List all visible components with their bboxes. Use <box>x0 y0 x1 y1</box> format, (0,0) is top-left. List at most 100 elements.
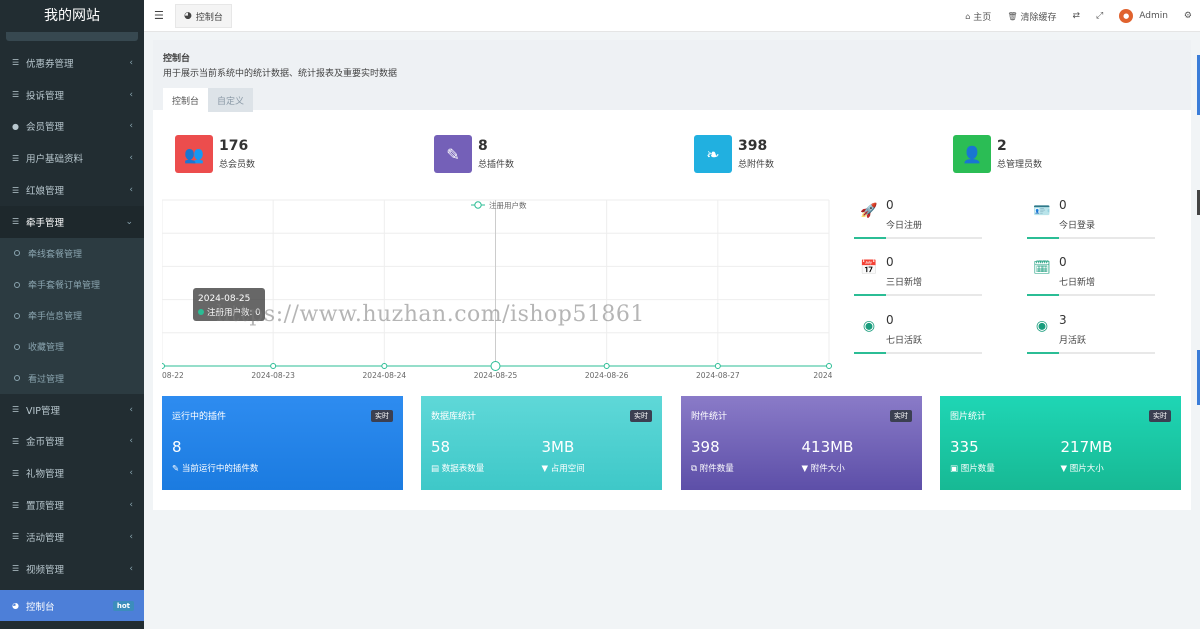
menu-toggle-icon[interactable]: ☰ <box>154 9 164 22</box>
list-icon: ☰ <box>12 532 20 542</box>
chart-legend[interactable]: 注册用户数 <box>471 200 527 210</box>
mini-stat-value: 3 <box>1059 313 1067 327</box>
site-logo[interactable]: 我的网站 <box>0 0 144 32</box>
user-icon: 👤 <box>953 135 991 173</box>
sidebar-subitem[interactable]: 牵手套餐订单管理 <box>0 269 144 300</box>
sidebar-item-label: 视频管理 <box>26 564 65 576</box>
sidebar-item-label: 礼物管理 <box>26 469 65 481</box>
data-point[interactable] <box>714 363 721 369</box>
data-point[interactable] <box>490 361 501 371</box>
stat-total-plugins: ✎ 8 总插件数 <box>434 135 514 173</box>
mini-stat-today-register: 🚀 0 今日注册 <box>854 198 982 239</box>
chevron-left-icon: ‹ <box>129 531 133 542</box>
hot-badge: hot <box>112 600 134 611</box>
chevron-down-icon: ⌄ <box>125 216 133 227</box>
trash-icon: 🗑 <box>1007 11 1018 21</box>
mini-stat-value: 0 <box>1059 255 1067 269</box>
rocket-icon: 🚀 <box>860 203 878 219</box>
sidebar-item-dashboard[interactable]: ◕ 控制台 hot <box>0 590 144 621</box>
id-card-icon: 🪪 <box>1033 203 1051 219</box>
mini-stat-label: 七日新增 <box>1059 278 1096 288</box>
dashboard-icon: ◕ <box>184 11 192 21</box>
sidebar-item-activities[interactable]: ☰ 活动管理 ‹ <box>0 521 144 553</box>
calendar-plus-icon: 🗓 <box>1033 260 1051 276</box>
tab-custom[interactable]: 自定义 <box>208 88 254 112</box>
watermark: https://www.huzhan.com/ishop51861 <box>216 302 645 327</box>
home-link[interactable]: ⌂ 主页 <box>957 10 999 23</box>
card-title: 运行中的插件 <box>172 412 227 422</box>
sidebar-subitem[interactable]: 牵线套餐管理 <box>0 238 144 269</box>
sidebar-subitem-label: 收藏管理 <box>28 343 65 354</box>
data-point[interactable] <box>162 363 165 369</box>
stat-value: 398 <box>738 138 768 154</box>
card-value-label: 数据表数量 <box>441 464 485 474</box>
sidebar-search[interactable] <box>6 32 138 41</box>
data-point[interactable] <box>270 363 277 369</box>
data-point[interactable] <box>826 363 832 369</box>
chevron-left-icon: ‹ <box>129 89 133 100</box>
data-point[interactable] <box>381 363 388 369</box>
chevron-left-icon: ‹ <box>129 563 133 574</box>
sidebar-subitem[interactable]: 看过管理 <box>0 363 144 394</box>
stat-label: 总附件数 <box>738 160 775 170</box>
user-menu[interactable]: ● Admin <box>1111 9 1176 23</box>
x-tick-label: 2024-08 <box>813 371 832 380</box>
sidebar-subitem[interactable]: 牵手信息管理 <box>0 300 144 331</box>
mini-stat-label: 月活跃 <box>1059 336 1087 346</box>
sidebar-item-matchmakers[interactable]: ☰ 红娘管理 ‹ <box>0 174 144 206</box>
sidebar-item-vip[interactable]: ☰ VIP管理 ‹ <box>0 394 144 426</box>
mini-stat-value: 0 <box>886 313 894 327</box>
sidebar-item-pinning[interactable]: ☰ 置顶管理 ‹ <box>0 489 144 521</box>
data-point[interactable] <box>603 363 610 369</box>
translate-button[interactable]: ⇄ <box>1064 11 1088 21</box>
tab-dashboard[interactable]: ◕ 控制台 <box>175 4 232 28</box>
sidebar-item-label: 优惠券管理 <box>26 58 74 70</box>
sidebar-item-label: 活动管理 <box>26 532 65 544</box>
card-value-label: 当前运行中的插件数 <box>181 464 259 474</box>
users-icon: 👥 <box>175 135 213 173</box>
card-value: 3MB <box>541 438 575 456</box>
sidebar-item-complaints[interactable]: ☰ 投诉管理 ‹ <box>0 79 144 111</box>
tab-dashboard-content[interactable]: 控制台 <box>163 88 209 112</box>
clear-cache-label: 清除缓存 <box>1020 12 1057 23</box>
x-tick-label: 2024-08-27 <box>696 371 740 380</box>
content-header: 控制台 用于展示当前系统中的统计数据、统计报表及重要实时数据 控制台 自定义 <box>153 40 1191 112</box>
mini-stat-3day-new: 📅 0 三日新增 <box>854 255 982 296</box>
chevron-left-icon: ‹ <box>129 404 133 415</box>
sidebar-item-handholding[interactable]: ☰ 牵手管理 ⌄ <box>0 205 144 238</box>
list-icon: ☰ <box>12 90 20 100</box>
sidebar-item-videos[interactable]: ☰ 视频管理 ‹ <box>0 553 144 585</box>
sidebar-item-label: 投诉管理 <box>26 90 65 102</box>
card-value: 217MB <box>1060 438 1113 456</box>
page-subtitle: 用于展示当前系统中的统计数据、统计报表及重要实时数据 <box>163 69 398 79</box>
chart-grid <box>162 199 830 367</box>
list-icon: ☰ <box>12 185 20 195</box>
page-title: 控制台 <box>163 54 191 64</box>
registrations-chart: 注册用户数 08-22 2024-08-23 2024-08-24 2024-08-2… <box>162 199 832 380</box>
clear-cache-button[interactable]: 🗑 清除缓存 <box>999 10 1064 23</box>
chevron-left-icon: ‹ <box>129 436 133 447</box>
filter-icon: ▼ <box>1060 464 1070 474</box>
sidebar-item-gifts[interactable]: ☰ 礼物管理 ‹ <box>0 457 144 489</box>
sidebar-item-members[interactable]: ● 会员管理 ‹ <box>0 111 144 143</box>
fullscreen-button[interactable]: ⤢ <box>1088 11 1111 21</box>
list-icon: ☰ <box>12 153 20 163</box>
x-tick-label: 2024-08-24 <box>363 371 407 380</box>
sidebar-subitem[interactable]: 收藏管理 <box>0 331 144 362</box>
list-icon: ☰ <box>12 436 20 446</box>
chevron-left-icon: ‹ <box>129 468 133 479</box>
sidebar-item-user-profile[interactable]: ☰ 用户基础资料 ‹ <box>0 142 144 174</box>
sidebar-item-coupons[interactable]: ☰ 优惠券管理 ‹ <box>0 47 144 79</box>
list-icon: ☰ <box>12 500 20 510</box>
realtime-badge: 实时 <box>890 410 912 422</box>
settings-button[interactable]: ⚙ <box>1176 11 1200 21</box>
circle-icon <box>14 375 20 382</box>
card-value: 398 <box>691 438 720 456</box>
sidebar-item-coins[interactable]: ☰ 金币管理 ‹ <box>0 426 144 458</box>
user-name: Admin <box>1139 11 1168 21</box>
list-icon: ☰ <box>12 405 20 415</box>
x-tick-label: 08-22 <box>162 371 184 380</box>
mini-stat-value: 0 <box>1059 198 1067 212</box>
sidebar-submenu: 牵线套餐管理 牵手套餐订单管理 牵手信息管理 收藏管理 看过管理 <box>0 237 144 394</box>
image-icon: ▣ <box>950 464 961 474</box>
